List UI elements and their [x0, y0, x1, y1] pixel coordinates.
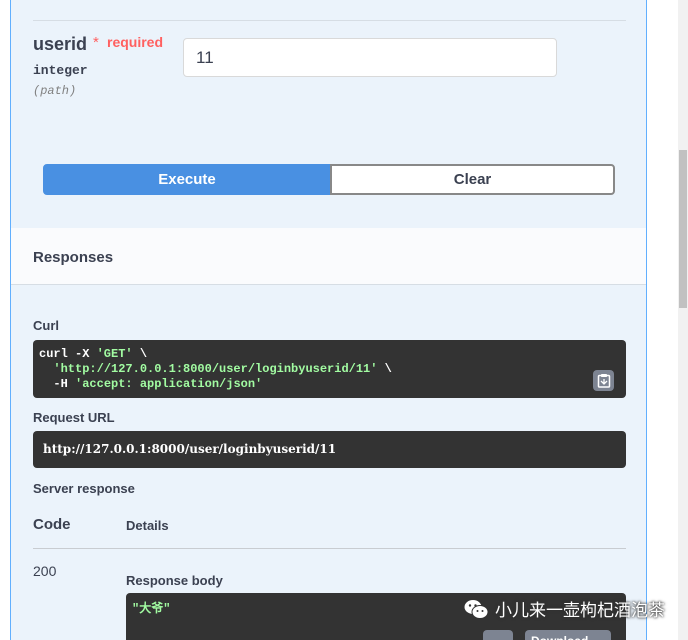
responses-title: Responses — [33, 249, 114, 266]
param-name: userid — [33, 34, 88, 54]
curl-cmd: curl -X — [39, 347, 97, 361]
request-url-block: http://127.0.0.1:8000/user/loginbyuserid… — [33, 431, 626, 468]
curl-method: 'GET' — [96, 347, 133, 361]
required-label: required — [107, 34, 164, 50]
copy-response-button[interactable] — [483, 630, 513, 640]
curl-url: 'http://127.0.0.1:8000/user/loginbyuseri… — [53, 362, 378, 376]
server-response-label: Server response — [33, 481, 135, 496]
status-code: 200 — [33, 563, 57, 579]
clear-button[interactable]: Clear — [330, 164, 615, 195]
details-column-header: Details — [126, 518, 169, 533]
curl-line-2: 'http://127.0.0.1:8000/user/loginbyuseri… — [39, 362, 620, 377]
curl-continuation: \ — [132, 347, 148, 361]
required-star: * — [93, 34, 99, 51]
curl-header-flag: -H — [39, 377, 76, 391]
table-divider — [33, 548, 626, 549]
curl-continuation: \ — [377, 362, 392, 376]
curl-label: Curl — [33, 318, 59, 333]
watermark-text: 小儿来一壶枸杞酒泡茶 — [495, 601, 665, 620]
wechat-icon — [463, 598, 489, 619]
execute-button[interactable]: Execute — [43, 164, 331, 195]
operation-panel: userid * required integer (path) Execute… — [10, 0, 647, 640]
scrollbar-thumb[interactable] — [679, 150, 687, 308]
userid-input[interactable] — [183, 38, 557, 77]
code-column-header: Code — [33, 516, 71, 533]
param-location: (path) — [33, 84, 77, 98]
page-scrollbar[interactable] — [678, 0, 688, 640]
download-button[interactable]: Download — [525, 630, 611, 640]
clipboard-icon — [597, 374, 610, 388]
request-url-label: Request URL — [33, 410, 115, 425]
responses-header: Responses — [11, 228, 646, 285]
copy-curl-button[interactable] — [593, 370, 614, 391]
watermark: 小儿来一壶枸杞酒泡茶 — [463, 596, 665, 621]
param-type: integer — [33, 63, 88, 78]
divider — [33, 20, 626, 21]
curl-code-block[interactable]: curl -X 'GET' \ 'http://127.0.0.1:8000/u… — [33, 340, 626, 398]
curl-line-3: -H 'accept: application/json' — [39, 377, 620, 392]
curl-indent — [39, 362, 53, 376]
curl-line-1: curl -X 'GET' \ — [39, 347, 620, 362]
curl-header-value: 'accept: application/json' — [75, 377, 263, 391]
response-body-label: Response body — [126, 573, 223, 588]
